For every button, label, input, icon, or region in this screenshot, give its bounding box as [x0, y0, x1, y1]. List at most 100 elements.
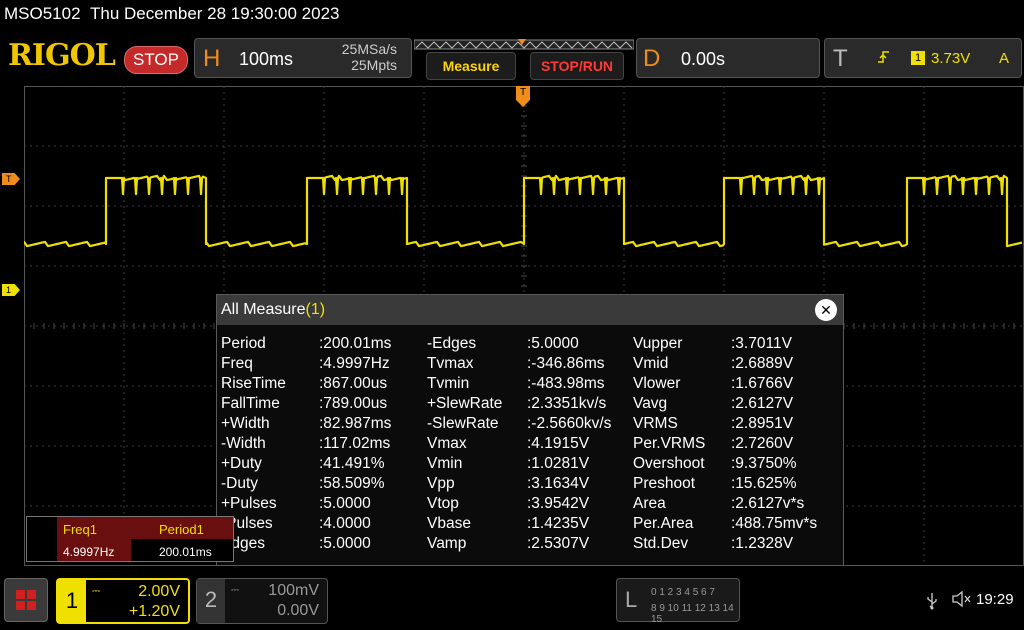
channel1-settings[interactable]: 1 ⎓ 2.00V +1.20V	[56, 578, 190, 624]
all-measure-title-text: All Measure	[221, 301, 306, 318]
trigger-source-badge: 1	[911, 51, 925, 65]
measure-name: -Duty	[221, 475, 259, 492]
channel1-offset: +1.20V	[128, 603, 180, 620]
stat-value-period: 200.01ms	[159, 545, 212, 559]
system-clock: 19:29	[976, 591, 1014, 608]
measure-row: -Width :117.02ms	[221, 435, 421, 455]
run-state-badge[interactable]: STOP	[124, 46, 188, 74]
measure-value: :2.5307V	[527, 535, 590, 552]
measure-row: Per.Area:488.75mv*s	[633, 515, 839, 535]
delay-panel[interactable]: D 0.00s	[636, 38, 820, 78]
measure-row: Area:2.6127v*s	[633, 495, 839, 515]
measure-column-2: -Edges:5.0000 Tvmax:-346.86ms Tvmin:-483.9…	[427, 335, 627, 555]
all-measure-channel: (1)	[305, 301, 326, 318]
measure-name: Vpp	[427, 475, 455, 492]
measure-name: Overshoot	[633, 455, 705, 472]
measure-value: :1.0281V	[527, 455, 590, 472]
measure-name: +Pulses	[221, 495, 277, 512]
measure-name: -Width	[221, 435, 266, 452]
measure-name: Freq	[221, 355, 253, 372]
logic-analyzer-panel[interactable]: L 0 1 2 3 4 5 6 7 8 9 10 11 12 13 14 15	[616, 578, 740, 625]
measure-row: +Pulses:5.0000	[221, 495, 421, 515]
channel1-number: 1	[58, 580, 86, 622]
main-menu-button[interactable]	[4, 578, 48, 622]
channel1-scale: 2.00V	[138, 583, 180, 600]
trigger-letter: T	[833, 45, 848, 72]
measure-name: Vamp	[427, 535, 467, 552]
model-name: MSO5102	[4, 4, 81, 23]
rigol-logo: RIGOL	[8, 38, 116, 73]
usb-icon	[926, 592, 938, 615]
measure-name: Period	[221, 335, 266, 352]
speaker-muted-icon[interactable]	[952, 590, 972, 613]
sample-rate: 25MSa/s	[341, 41, 397, 57]
measure-value: :-346.86ms	[527, 355, 605, 372]
timebase-value: 100ms	[239, 49, 294, 69]
measure-value: :2.8951V	[731, 415, 794, 432]
measure-value: :9.3750%	[731, 455, 797, 472]
measure-value: :789.00us	[319, 395, 388, 412]
measure-value: :4.0000	[319, 515, 371, 532]
measure-name: -SlewRate	[427, 415, 499, 432]
measure-row: Per.VRMS :2.7260V	[633, 435, 839, 455]
channel1-offset-marker[interactable]: 1	[2, 284, 20, 296]
measure-value: :-483.98ms	[527, 375, 605, 392]
measure-value: :200.01ms	[319, 335, 392, 352]
memory-depth: 25Mpts	[351, 57, 397, 73]
grid-menu-icon	[16, 590, 36, 610]
measure-name: Vupper	[633, 335, 683, 352]
measure-row: Vupper:3.7011V	[633, 335, 839, 355]
measure-value: :15.625%	[731, 475, 797, 492]
stat-cell-freq: Freq1 4.9997Hz	[27, 517, 131, 561]
stat-name-period: Period1	[159, 522, 204, 537]
measure-row: Vlower:1.6766V	[633, 375, 839, 395]
stat-name-freq: Freq1	[63, 522, 97, 537]
measure-name: +SlewRate	[427, 395, 503, 412]
measure-column-1: Period:200.01ms Freq:4.9997Hz RiseTime:867…	[221, 335, 421, 555]
trigger-mode: A	[999, 50, 1010, 67]
memory-timeline-bar	[413, 38, 635, 50]
measure-name: Vtop	[427, 495, 459, 512]
close-icon[interactable]: ✕	[815, 299, 837, 321]
measure-value: :117.02ms	[319, 435, 391, 452]
measure-value: :82.987ms	[319, 415, 392, 432]
measure-value: :41.491%	[319, 455, 385, 472]
dc-coupling-icon: ⎓	[92, 586, 100, 597]
channel2-settings[interactable]: 2 ⎓ 100mV 0.00V	[196, 578, 328, 624]
measure-value: :2.7260V	[731, 435, 794, 452]
measure-row: -SlewRate:-2.5660kv/s	[427, 415, 627, 435]
measure-row: Preshoot:15.625%	[633, 475, 839, 495]
measure-row: Vmin:1.0281V	[427, 455, 627, 475]
trigger-level-marker[interactable]: T	[2, 173, 20, 185]
measure-name: Std.Dev	[633, 535, 689, 552]
delay-value: 0.00s	[681, 49, 726, 69]
trigger-position-label: T	[519, 87, 527, 98]
all-measure-panel: All Measure(1) ✕ Period :200.01ms Freq :4.9…	[216, 294, 844, 566]
measure-name: Tvmin	[427, 375, 470, 392]
measure-name: Per.VRMS	[633, 435, 706, 452]
channel1-waveform	[24, 174, 1023, 248]
measure-name: Area	[633, 495, 666, 512]
measure-row: Vavg:2.6127V	[633, 395, 839, 415]
measure-name: RiseTime	[221, 375, 286, 392]
logic-analyzer-letter: L	[625, 587, 638, 612]
stat-cell-period: Period1 200.01ms	[131, 517, 233, 561]
measure-row: Vbase:1.4235V	[427, 515, 627, 535]
measure-value: :4.9997Hz	[319, 355, 390, 372]
measure-value: :5.0000	[527, 335, 579, 352]
measure-row: -Edges:5.0000	[427, 335, 627, 355]
stop-run-button[interactable]: STOP/RUN	[530, 52, 624, 80]
all-measure-title: All Measure(1)	[221, 301, 325, 319]
measure-row: Tvmin :-483.98ms	[427, 375, 627, 395]
measure-row: +Width:82.987ms	[221, 415, 421, 435]
la-channels-row1: 0 1 2 3 4 5 6 7	[651, 587, 715, 598]
trigger-position-marker[interactable]: T	[516, 86, 530, 113]
measure-value: :2.3351kv/s	[527, 395, 607, 412]
measure-name: Vavg	[633, 395, 668, 412]
measure-button[interactable]: Measure	[426, 52, 516, 80]
delay-letter: D	[643, 45, 661, 72]
measure-value: :1.2328V	[731, 535, 794, 552]
measure-value: :1.6766V	[731, 375, 794, 392]
trigger-panel[interactable]: T 1 3.73V A	[824, 38, 1022, 78]
horizontal-panel[interactable]: H 100ms 25MSa/s 25Mpts	[194, 38, 412, 78]
